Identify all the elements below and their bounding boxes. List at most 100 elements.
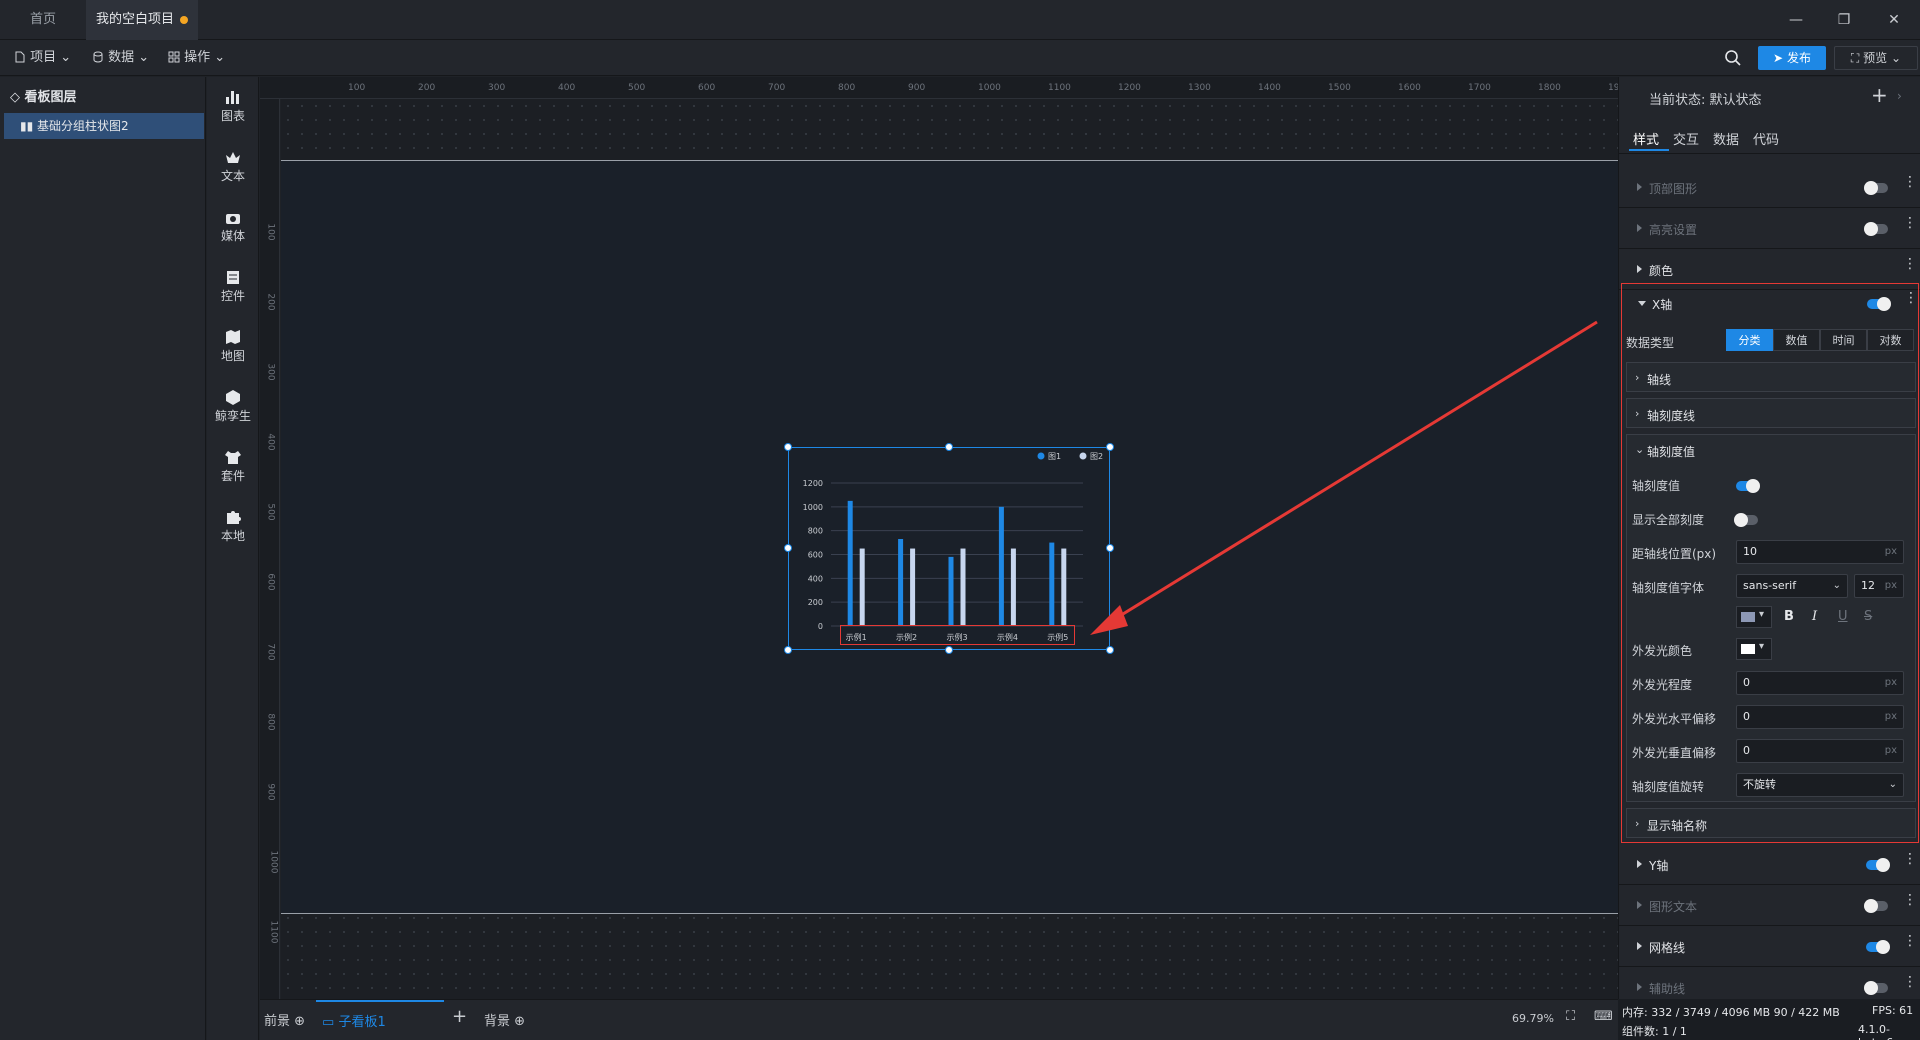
distance-input[interactable]: 10 px — [1736, 540, 1904, 564]
tool-chart[interactable]: 图表 — [207, 89, 259, 124]
subsection-axis-tick[interactable]: › 轴刻度线 — [1626, 398, 1916, 428]
more-icon[interactable]: ⋮ — [1903, 934, 1917, 948]
fit-screen-icon[interactable]: ⛶ — [1566, 1009, 1575, 1024]
tick-values-toggle[interactable] — [1736, 479, 1760, 493]
glow-level-input[interactable]: 0 px — [1736, 671, 1904, 695]
font-color-picker[interactable]: ▾ — [1736, 606, 1772, 628]
tab-background[interactable]: 背景 ⊕ — [484, 1010, 525, 1029]
more-icon[interactable]: ⋮ — [1903, 975, 1917, 989]
show-all-ticks-toggle[interactable] — [1734, 513, 1758, 527]
fps-status: FPS: 61 — [1872, 1004, 1914, 1017]
font-select[interactable]: sans-serif ⌄ — [1736, 574, 1848, 598]
glow-h-input[interactable]: 0 px — [1736, 705, 1904, 729]
tool-local-label: 本地 — [220, 529, 245, 543]
layers-icon: ◇ — [10, 90, 20, 105]
section-toggle[interactable] — [1864, 981, 1888, 995]
subsection-axis-name[interactable]: › 显示轴名称 — [1626, 808, 1916, 838]
ruler-tick-label: 1300 — [1188, 83, 1211, 93]
section-label: 高亮设置 — [1649, 223, 1698, 237]
strikethrough-icon[interactable]: S — [1864, 609, 1872, 624]
tab-style[interactable]: 样式 — [1633, 129, 1659, 148]
tool-control[interactable]: 控件 — [207, 269, 259, 304]
section-grid-lines[interactable]: 网格线 ⋮ — [1619, 927, 1920, 967]
add-circle-icon[interactable]: ⊕ — [514, 1014, 525, 1029]
tool-text[interactable]: 文本 — [207, 149, 259, 184]
close-icon[interactable]: ✕ — [1880, 8, 1908, 32]
layer-item[interactable]: ▮▮ 基础分组柱状图2 — [4, 113, 204, 139]
section-top-shape[interactable]: 顶部图形 ⋮ — [1619, 168, 1920, 208]
menu-ops[interactable]: 操作 ⌄ — [168, 48, 225, 68]
minimize-icon[interactable]: — — [1782, 8, 1810, 32]
more-icon[interactable]: ⋮ — [1903, 893, 1917, 907]
segment-category[interactable]: 分类 — [1726, 329, 1773, 351]
underline-icon[interactable]: U — [1838, 609, 1848, 624]
menu-project[interactable]: 项目 ⌄ — [14, 48, 71, 68]
section-toggle[interactable] — [1864, 222, 1888, 236]
chevron-right-icon[interactable]: › — [1897, 89, 1902, 103]
x-axis-header[interactable]: X轴 ⋮ — [1622, 284, 1918, 324]
resize-handle[interactable] — [784, 646, 792, 654]
chart-component[interactable]: 0 200 400 600 800 1000 1200 示例1 示例2 示例3 示例4 示例5 图1 图2 — [788, 447, 1110, 650]
tab-data[interactable]: 数据 — [1713, 129, 1739, 148]
caret-down-icon: ▾ — [1759, 609, 1765, 620]
zoom-level[interactable]: 69.79% — [1512, 1012, 1554, 1025]
section-toggle[interactable] — [1864, 181, 1888, 195]
section-aux-lines[interactable]: 辅助线 ⋮ — [1619, 968, 1920, 999]
menu-data[interactable]: 数据 ⌄ — [92, 48, 149, 68]
tool-local[interactable]: 本地 — [207, 509, 259, 544]
resize-handle[interactable] — [945, 646, 953, 654]
tab-code[interactable]: 代码 — [1753, 129, 1779, 148]
section-toggle[interactable] — [1867, 297, 1891, 311]
more-icon[interactable]: ⋮ — [1903, 175, 1917, 189]
tab-sub-board[interactable]: ▭ 子看板1 — [316, 1000, 444, 1040]
tool-kit[interactable]: 套件 — [207, 449, 259, 484]
resize-handle[interactable] — [945, 443, 953, 451]
section-toggle[interactable] — [1866, 858, 1890, 872]
bold-icon[interactable]: B — [1784, 609, 1794, 624]
bar — [998, 506, 1004, 626]
resize-handle[interactable] — [1106, 646, 1114, 654]
bar-chart-icon: ▮▮ — [20, 119, 34, 133]
tool-twin[interactable]: 鲸孪生 — [207, 389, 259, 424]
segment-time[interactable]: 时间 — [1820, 329, 1867, 351]
tab-interaction[interactable]: 交互 — [1673, 129, 1699, 148]
ruler-tick-label: 700 — [265, 643, 276, 661]
menu-bar: 项目 ⌄ 数据 ⌄ 操作 ⌄ ➤ 发布 ⛶ 预览 ⌄ — [0, 40, 1920, 76]
ruler-tick-label: 200 — [265, 293, 276, 311]
section-toggle[interactable] — [1866, 940, 1890, 954]
publish-button[interactable]: ➤ 发布 — [1758, 46, 1826, 70]
chevron-down-icon[interactable]: ⌄ — [1635, 443, 1644, 456]
section-y-axis[interactable]: Y轴 ⋮ — [1619, 845, 1920, 885]
add-circle-icon[interactable]: ⊕ — [294, 1014, 305, 1029]
tab-home[interactable]: 首页 — [0, 0, 86, 40]
caret-down-icon: ▾ — [1759, 641, 1765, 652]
keyboard-icon[interactable]: ⌨ — [1594, 1009, 1613, 1024]
kit-icon — [225, 451, 241, 464]
add-state-icon[interactable]: + — [1871, 83, 1888, 107]
section-shape-text[interactable]: 图形文本 ⋮ — [1619, 886, 1920, 926]
resize-handle[interactable] — [784, 443, 792, 451]
tool-map[interactable]: 地图 — [207, 329, 259, 364]
add-board-icon[interactable]: + — [452, 1006, 467, 1027]
tab-foreground[interactable]: 前景 ⊕ — [264, 1010, 305, 1029]
resize-handle[interactable] — [784, 544, 792, 552]
ruler-tick-label: 500 — [265, 503, 276, 521]
restore-icon[interactable]: ❐ — [1830, 8, 1858, 32]
subsection-axis-line[interactable]: › 轴线 — [1626, 362, 1916, 392]
more-icon[interactable]: ⋮ — [1903, 257, 1917, 271]
segment-log[interactable]: 对数 — [1867, 329, 1914, 351]
section-toggle[interactable] — [1864, 899, 1888, 913]
rotate-select[interactable]: 不旋转 ⌄ — [1736, 773, 1904, 797]
more-icon[interactable]: ⋮ — [1903, 216, 1917, 230]
preview-button[interactable]: ⛶ 预览 ⌄ — [1834, 46, 1918, 70]
section-highlight[interactable]: 高亮设置 ⋮ — [1619, 209, 1920, 249]
glow-v-input[interactable]: 0 px — [1736, 739, 1904, 763]
more-icon[interactable]: ⋮ — [1904, 291, 1918, 305]
search-icon[interactable] — [1724, 49, 1742, 70]
glow-color-picker[interactable]: ▾ — [1736, 638, 1772, 660]
segment-value[interactable]: 数值 — [1773, 329, 1820, 351]
font-size-input[interactable]: 12 px — [1854, 574, 1904, 598]
italic-icon[interactable]: I — [1812, 609, 1817, 624]
more-icon[interactable]: ⋮ — [1903, 852, 1917, 866]
tool-media[interactable]: 媒体 — [207, 209, 259, 244]
